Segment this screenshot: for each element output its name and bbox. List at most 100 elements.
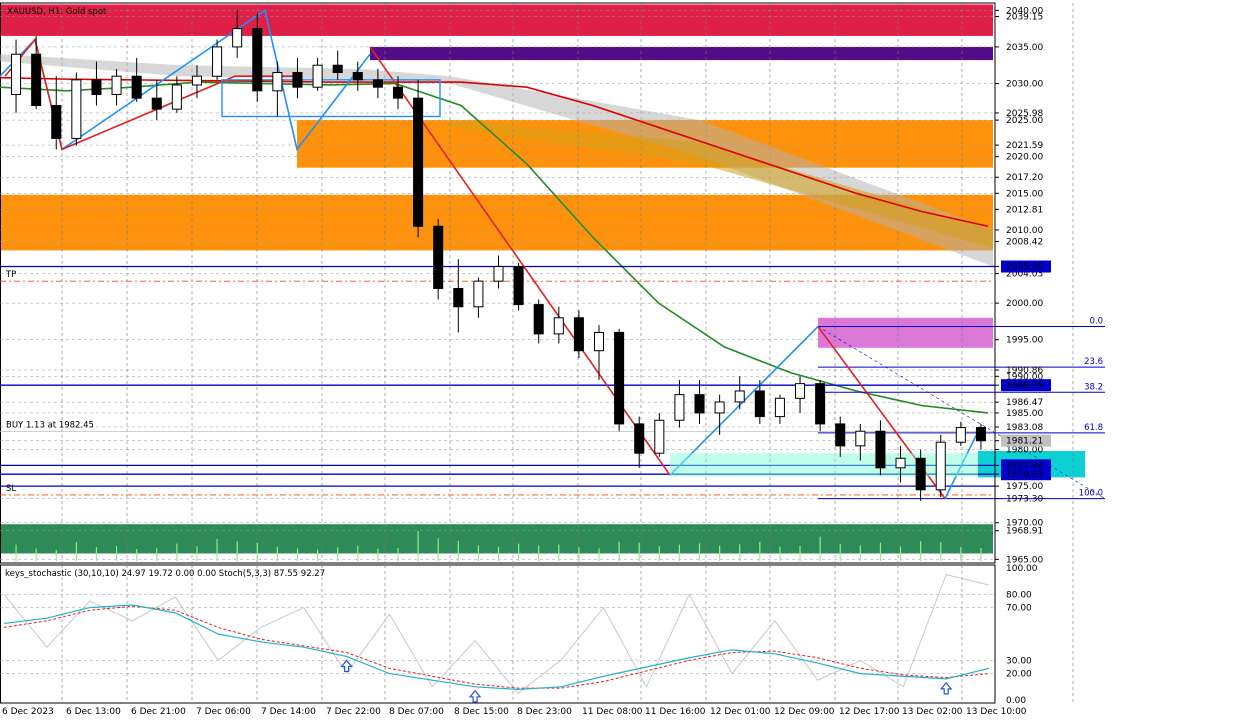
y-tick-label: 2025.00 [1006, 116, 1043, 126]
candle-body [392, 86, 404, 99]
fib-label: 0.0 [1089, 317, 1103, 327]
y-tick-label: 1973.30 [1006, 495, 1043, 505]
candle-body [433, 225, 444, 289]
support-box [670, 453, 978, 477]
candle-body [252, 28, 263, 92]
candle-body [111, 75, 122, 96]
x-tick-label: 6 Dec 21:00 [131, 707, 186, 717]
x-tick-label: 7 Dec 14:00 [261, 707, 316, 717]
candle-body [453, 287, 464, 308]
candle-body [372, 79, 383, 88]
y-tick-label: 1995.00 [1006, 336, 1043, 346]
candle-body [855, 430, 866, 447]
x-tick-label: 11 Dec 16:00 [645, 707, 706, 717]
buy-arrow-icon [939, 681, 953, 695]
candle-body [533, 304, 544, 335]
candle-body [171, 84, 182, 110]
osc-y-label: 0.00 [1006, 696, 1026, 706]
candle-body [654, 419, 665, 454]
buy-arrow-icon [468, 689, 482, 703]
volume-band [0, 524, 993, 554]
candle-body [795, 383, 806, 399]
candle-body [191, 75, 202, 86]
candle-body [11, 53, 22, 96]
candle-body [212, 46, 223, 77]
y-tick-label: 1983.08 [1006, 423, 1043, 433]
x-tick-label: 6 Dec 13:00 [66, 707, 121, 717]
y-tick-label: 2020.00 [1006, 153, 1043, 163]
osc-signal [3, 605, 990, 689]
x-tick-label: 12 Dec 09:00 [774, 707, 835, 717]
osc-main [3, 604, 990, 691]
candle-body [593, 331, 605, 352]
oscillator-title: keys_stochastic (30,10,10) 24.97 19.72 0… [5, 569, 325, 579]
chart-title: XAUUSD, H1: Gold spot [7, 7, 107, 17]
candle-body [352, 72, 363, 81]
candle-body [131, 75, 142, 99]
level-label: BUY 1.13 at 1982.45 [6, 421, 94, 431]
level-label: SL [6, 484, 16, 494]
y-tick-label: 2039.15 [1006, 13, 1043, 23]
candle-body [694, 394, 705, 414]
y-tick-label: 2008.42 [1006, 237, 1043, 247]
buy-arrow-icon [340, 659, 353, 673]
candle-body [915, 457, 926, 491]
candle-body [955, 427, 966, 443]
candle-body [272, 72, 283, 92]
y-tick-label: 2030.00 [1006, 80, 1043, 90]
oscillator-panel-frame [0, 564, 996, 704]
y-tick-label: 1975.00 [1006, 482, 1043, 492]
y-tick-label: 1986.47 [1006, 398, 1043, 408]
x-tick-label: 12 Dec 17:00 [839, 707, 900, 717]
fib-label: 23.6 [1084, 357, 1103, 367]
candle-body [614, 331, 625, 425]
candle-body [774, 397, 785, 418]
candle-body [895, 457, 906, 469]
magenta-zone [818, 317, 993, 348]
candle-body [674, 394, 685, 421]
x-tick-label: 6 Dec 2023 [2, 707, 54, 717]
chart-canvas[interactable]: TP SL BUY 1.13 at 1982.45 0.0 23.6 38.2 61.8 10… [0, 0, 1253, 720]
candle-body [573, 317, 584, 352]
y-tick-label: 2012.81 [1006, 205, 1043, 215]
x-tick-label: 13 Dec 10:00 [966, 707, 1027, 717]
osc-fast [3, 574, 990, 695]
level-label: TP [5, 270, 16, 280]
candle-body [754, 390, 765, 418]
candle-body [71, 79, 82, 139]
candle-body [413, 97, 424, 227]
y-tick-label: 1985.00 [1006, 409, 1043, 419]
osc-y-label: 30.00 [1006, 656, 1032, 666]
y-tick-label: 2035.00 [1006, 43, 1043, 53]
candle-body [714, 401, 725, 414]
y-tick-label: 2021.59 [1006, 141, 1043, 151]
candle-body [734, 390, 745, 403]
purple-zone [370, 46, 993, 61]
candle-body [473, 280, 484, 308]
x-tick-label: 8 Dec 07:00 [389, 707, 444, 717]
y-tick-label: 2000.00 [1006, 299, 1043, 309]
x-tick-label: 7 Dec 22:00 [326, 707, 381, 717]
x-tick-label: 8 Dec 15:00 [454, 707, 509, 717]
candle-body [31, 53, 42, 106]
fib-label: 38.2 [1084, 382, 1103, 392]
y-tick-label: 2017.20 [1006, 173, 1043, 183]
x-tick-label: 12 Dec 01:00 [710, 707, 771, 717]
fib-label: 61.8 [1084, 423, 1103, 433]
osc-y-label: 20.00 [1006, 670, 1032, 680]
osc-y-label: 70.00 [1006, 604, 1032, 614]
candle-body [292, 72, 303, 88]
candle-body [975, 427, 986, 442]
candle-body [835, 423, 846, 447]
candle-body [51, 104, 62, 139]
x-tick-label: 11 Dec 08:00 [582, 707, 643, 717]
candle-body [935, 441, 946, 491]
osc-y-label: 80.00 [1006, 590, 1032, 600]
candle-body [875, 430, 886, 469]
candle-body [332, 64, 343, 74]
x-tick-label: 13 Dec 02:00 [902, 707, 963, 717]
x-tick-label: 8 Dec 23:00 [517, 707, 572, 717]
candle-body [513, 266, 524, 306]
price-tag-label: 1976.63 [1006, 470, 1043, 480]
chart-window[interactable]: TP SL BUY 1.13 at 1982.45 0.0 23.6 38.2 61.8 10… [0, 0, 1253, 720]
